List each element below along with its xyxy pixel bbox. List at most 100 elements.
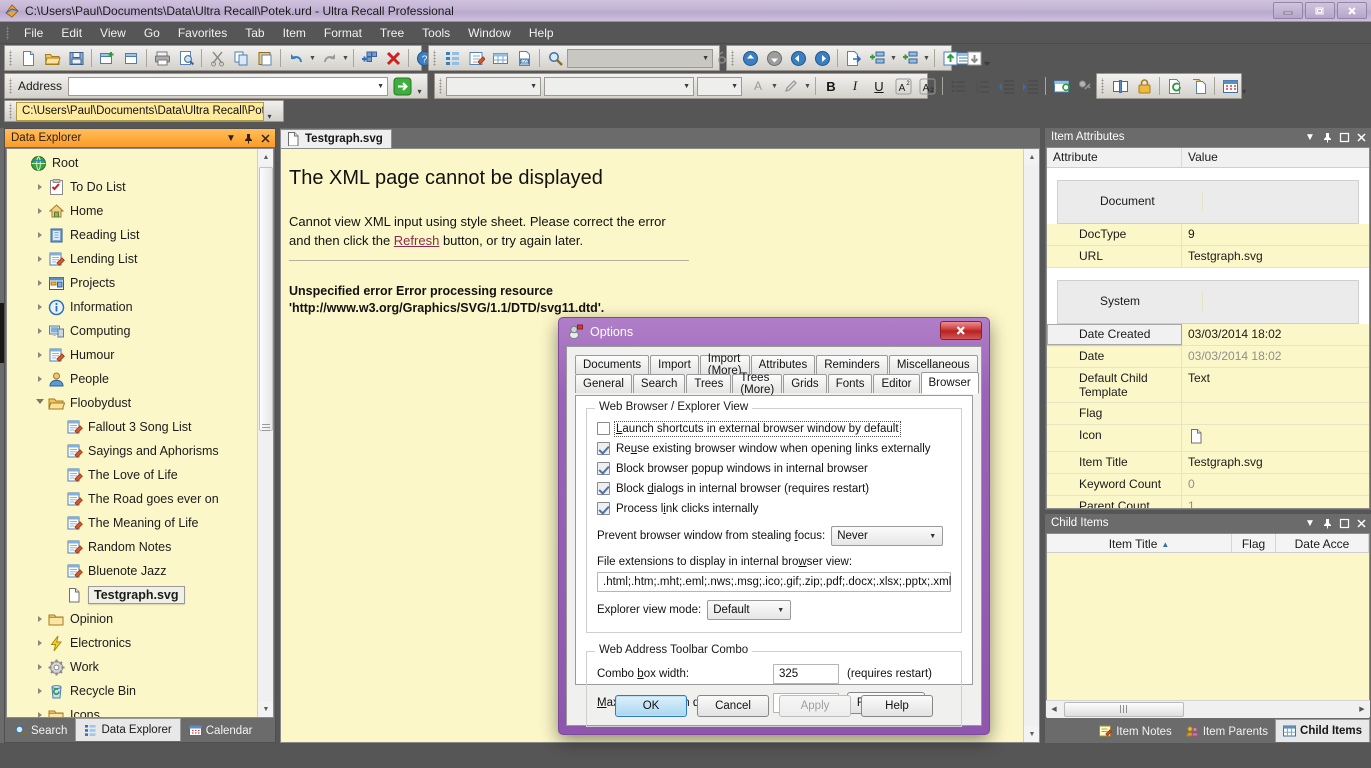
scrollbar-thumb[interactable]: [259, 167, 273, 431]
tree-twisty-icon[interactable]: [33, 247, 47, 271]
tree-item[interactable]: Reading List: [7, 223, 257, 247]
dialog-tab-reminders[interactable]: Reminders: [816, 355, 888, 374]
checkbox-input[interactable]: [597, 482, 610, 495]
attribute-row[interactable]: System: [1057, 280, 1359, 324]
tree-view-icon[interactable]: [441, 47, 463, 69]
menu-item-edit[interactable]: Edit: [52, 24, 91, 42]
tree-item[interactable]: Recycle Bin: [7, 679, 257, 703]
explorer-tree[interactable]: Root To Do List Home Reading List Lending Li…: [7, 151, 257, 717]
add-item-icon[interactable]: [358, 47, 380, 69]
address-combo[interactable]: ▼: [68, 76, 389, 96]
scroll-left-icon[interactable]: ◀: [1046, 702, 1062, 717]
attribute-row[interactable]: Flag: [1047, 403, 1369, 425]
attribute-value[interactable]: 03/03/2014 18:02: [1182, 346, 1369, 367]
font-name-combo[interactable]: ▼: [446, 76, 541, 96]
combo-width-input[interactable]: 325: [773, 664, 839, 684]
tree-item[interactable]: Lending List: [7, 247, 257, 271]
dialog-tab-grids[interactable]: Grids: [783, 374, 827, 393]
menu-item-tree[interactable]: Tree: [371, 24, 413, 42]
tree-twisty-icon[interactable]: [33, 679, 47, 703]
tree-twisty-icon[interactable]: [33, 199, 47, 223]
font-size-combo[interactable]: ▼: [697, 76, 742, 96]
tab-item-notes[interactable]: Item Notes: [1092, 721, 1179, 742]
duplicate-icon[interactable]: [1188, 75, 1210, 97]
demote-icon[interactable]: [963, 47, 985, 69]
dialog-tab-fonts[interactable]: Fonts: [827, 374, 873, 393]
tree-item[interactable]: Humour: [7, 343, 257, 367]
toolbar-grip[interactable]: [438, 78, 443, 94]
tree-twisty-icon[interactable]: [33, 175, 47, 199]
menu-item-favorites[interactable]: Favorites: [169, 24, 236, 42]
print-preview-icon[interactable]: [175, 47, 197, 69]
print-icon[interactable]: [151, 47, 173, 69]
tree-item[interactable]: Sayings and Aphorisms: [7, 439, 257, 463]
maximize-icon[interactable]: [1337, 130, 1351, 144]
tree-twisty-icon[interactable]: [33, 295, 47, 319]
scroll-up-icon[interactable]: ▲: [1024, 149, 1039, 165]
attribute-row[interactable]: Item Title Testgraph.svg: [1047, 452, 1369, 474]
scroll-down-icon[interactable]: ▼: [1024, 726, 1039, 742]
pin-icon[interactable]: [241, 131, 255, 145]
move-right-icon[interactable]: [811, 47, 833, 69]
extensions-input[interactable]: .html;.htm;.mht;.eml;.nws;.msg;.ico;.gif…: [597, 572, 951, 592]
paste-icon[interactable]: [254, 47, 276, 69]
insert-object-icon[interactable]: [1050, 75, 1072, 97]
increase-indent-icon[interactable]: [1019, 75, 1041, 97]
menu-item-help[interactable]: Help: [520, 24, 563, 42]
menu-item-item[interactable]: Item: [274, 24, 315, 42]
attribute-value[interactable]: [1203, 291, 1348, 311]
checkbox-label[interactable]: Block dialogs in internal browser (requi…: [616, 483, 869, 495]
tab-calendar[interactable]: Calendar: [180, 720, 261, 741]
attribute-row[interactable]: Date Created 03/03/2014 18:02: [1047, 324, 1369, 346]
superscript-icon[interactable]: A2: [892, 75, 914, 97]
dialog-tab-documents[interactable]: Documents: [575, 355, 650, 374]
insert-link-icon[interactable]: [1074, 75, 1096, 97]
checkbox-input[interactable]: [597, 422, 610, 435]
dialog-tab-trees[interactable]: Trees: [686, 374, 732, 393]
cancel-button[interactable]: Cancel: [697, 695, 769, 717]
chevron-down-icon[interactable]: ▼: [377, 83, 384, 90]
go-icon[interactable]: [391, 75, 413, 97]
checkbox-label[interactable]: Process link clicks internally: [616, 503, 759, 515]
column-header-date-accessed[interactable]: Date Acce: [1276, 534, 1369, 552]
tree-item[interactable]: Computing: [7, 319, 257, 343]
checkbox-row[interactable]: Launch shortcuts in external browser win…: [597, 419, 951, 438]
move-down-icon[interactable]: [763, 47, 785, 69]
tab-item-parents[interactable]: Item Parents: [1179, 721, 1275, 742]
column-header-item-title[interactable]: Item Title ▲: [1047, 534, 1232, 552]
open-icon[interactable]: [41, 47, 63, 69]
view-mode-combo[interactable]: Default ▼: [707, 600, 792, 620]
refresh-link[interactable]: Refresh: [394, 233, 440, 248]
attribute-row[interactable]: Icon: [1047, 425, 1369, 452]
tree-twisty-icon[interactable]: [33, 655, 47, 679]
attribute-value[interactable]: [1203, 191, 1348, 211]
redo-dropdown-icon[interactable]: ▼: [341, 47, 350, 69]
new-window-icon[interactable]: [96, 47, 118, 69]
move-up-icon[interactable]: [739, 47, 761, 69]
attribute-value[interactable]: 03/03/2014 18:02: [1182, 324, 1369, 345]
panel-menu-icon[interactable]: ▼: [1303, 516, 1317, 530]
scroll-up-icon[interactable]: ▲: [258, 149, 273, 165]
tree-item[interactable]: Work: [7, 655, 257, 679]
explorer-vertical-scrollbar[interactable]: ▲ ▼: [257, 149, 273, 717]
pin-icon[interactable]: [1320, 516, 1334, 530]
attribute-value[interactable]: [1182, 425, 1369, 451]
add-child-icon[interactable]: [866, 47, 888, 69]
checkbox-label[interactable]: Launch shortcuts in external browser win…: [614, 420, 901, 437]
toolbar-overflow-icon[interactable]: ▾: [414, 74, 425, 98]
cut-icon[interactable]: [206, 47, 228, 69]
column-header-attribute[interactable]: Attribute: [1047, 148, 1182, 167]
menu-item-go[interactable]: Go: [135, 24, 169, 42]
tab-data-explorer[interactable]: Data Explorer: [75, 718, 181, 741]
tree-item[interactable]: The Meaning of Life: [7, 511, 257, 535]
maximize-icon[interactable]: [1337, 516, 1351, 530]
tree-item[interactable]: Icons: [7, 703, 257, 717]
tree-twisty-icon[interactable]: [33, 607, 47, 631]
tree-item[interactable]: Fallout 3 Song List: [7, 415, 257, 439]
italic-icon[interactable]: I: [844, 75, 866, 97]
tree-twisty-icon[interactable]: [33, 631, 47, 655]
tree-item[interactable]: Random Notes: [7, 535, 257, 559]
menu-item-view[interactable]: View: [91, 24, 135, 42]
menu-item-file[interactable]: File: [15, 24, 52, 42]
menu-item-window[interactable]: Window: [459, 24, 520, 42]
